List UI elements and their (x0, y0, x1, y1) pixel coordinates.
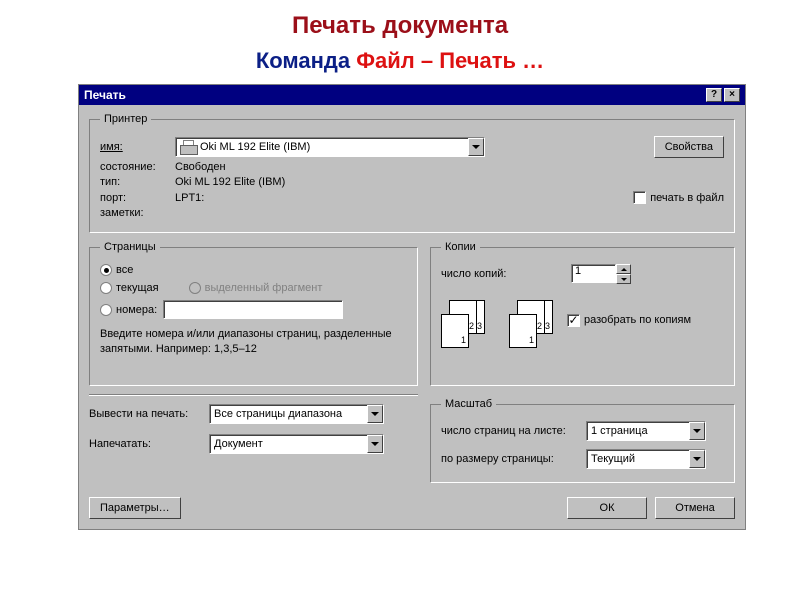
print-what-value: Все страницы диапазона (214, 408, 367, 420)
radio-numbers-label: номера: (116, 304, 157, 316)
printer-name-label: имя: (100, 141, 175, 153)
radio-all-label: все (116, 264, 133, 276)
collate-label: разобрать по копиям (584, 314, 691, 326)
page-subtitle: Команда Файл – Печать … (0, 48, 800, 74)
ok-button[interactable]: ОК (567, 497, 647, 519)
print-object-label: Напечатать: (89, 438, 209, 450)
chevron-down-icon[interactable] (468, 138, 484, 156)
printer-name-value: Oki ML 192 Elite (IBM) (200, 141, 468, 153)
type-label: тип: (100, 176, 175, 188)
printer-icon (180, 140, 196, 154)
printer-group: Принтер имя: Oki ML 192 Elite (IBM) Свой… (89, 113, 735, 233)
pages-per-sheet-dropdown[interactable]: 1 страница (586, 421, 706, 441)
radio-selection-label: выделенный фрагмент (205, 282, 323, 294)
print-object-value: Документ (214, 438, 367, 450)
radio-all[interactable]: все (100, 264, 133, 276)
copies-legend: Копии (441, 241, 480, 253)
subtitle-command: Файл – Печать … (356, 48, 544, 73)
print-to-file-label: печать в файл (650, 192, 724, 204)
radio-numbers[interactable]: номера: (100, 304, 157, 316)
properties-button[interactable]: Свойства (654, 136, 724, 158)
titlebar: Печать ? × (79, 85, 745, 105)
page-numbers-input[interactable] (163, 300, 343, 319)
page-title: Печать документа (0, 12, 800, 40)
radio-selection: выделенный фрагмент (189, 282, 323, 294)
scale-legend: Масштаб (441, 398, 496, 410)
status-label: состояние: (100, 161, 175, 173)
close-button[interactable]: × (724, 88, 740, 102)
print-object-dropdown[interactable]: Документ (209, 434, 384, 454)
pages-per-sheet-value: 1 страница (591, 425, 689, 437)
subtitle-prefix: Команда (256, 48, 356, 73)
parameters-button[interactable]: Параметры… (89, 497, 181, 519)
pages-group: Страницы все текущая выделенный фрагмент… (89, 241, 418, 386)
pages-hint: Введите номера и/или диапазоны страниц, … (100, 327, 407, 357)
scale-group: Масштаб число страниц на листе: 1 страни… (430, 398, 735, 483)
print-dialog: Печать ? × Принтер имя: Oki ML 192 Elite… (78, 84, 746, 530)
pages-legend: Страницы (100, 241, 160, 253)
checkbox-icon: ✓ (567, 314, 580, 327)
chevron-down-icon[interactable] (367, 435, 383, 453)
copies-count-label: число копий: (441, 268, 571, 280)
pages-per-sheet-label: число страниц на листе: (441, 425, 586, 437)
collate-illustration: 3 2 1 3 2 1 (441, 300, 557, 348)
chevron-down-icon[interactable] (367, 405, 383, 423)
port-value: LPT1: (175, 192, 204, 204)
print-what-dropdown[interactable]: Все страницы диапазона (209, 404, 384, 424)
copies-count-value[interactable]: 1 (571, 264, 616, 283)
fit-label: по размеру страницы: (441, 453, 586, 465)
radio-current[interactable]: текущая (100, 282, 159, 294)
status-value: Свободен (175, 161, 226, 173)
spin-down-icon[interactable] (616, 274, 631, 284)
fit-dropdown[interactable]: Текущий (586, 449, 706, 469)
checkbox-icon (633, 191, 646, 204)
help-button[interactable]: ? (706, 88, 722, 102)
printer-legend: Принтер (100, 113, 151, 125)
spin-up-icon[interactable] (616, 264, 631, 274)
notes-label: заметки: (100, 207, 175, 219)
radio-current-label: текущая (116, 282, 159, 294)
print-what-label: Вывести на печать: (89, 408, 209, 420)
chevron-down-icon[interactable] (689, 422, 705, 440)
collate-checkbox[interactable]: ✓ разобрать по копиям (567, 314, 691, 327)
fit-value: Текущий (591, 453, 689, 465)
chevron-down-icon[interactable] (689, 450, 705, 468)
port-label: порт: (100, 192, 175, 204)
cancel-button[interactable]: Отмена (655, 497, 735, 519)
window-title: Печать (84, 88, 704, 102)
print-to-file-checkbox[interactable]: печать в файл (633, 191, 724, 204)
copies-group: Копии число копий: 1 (430, 241, 735, 386)
printer-name-dropdown[interactable]: Oki ML 192 Elite (IBM) (175, 137, 485, 157)
copies-count-input[interactable]: 1 (571, 264, 631, 284)
type-value: Oki ML 192 Elite (IBM) (175, 176, 285, 188)
